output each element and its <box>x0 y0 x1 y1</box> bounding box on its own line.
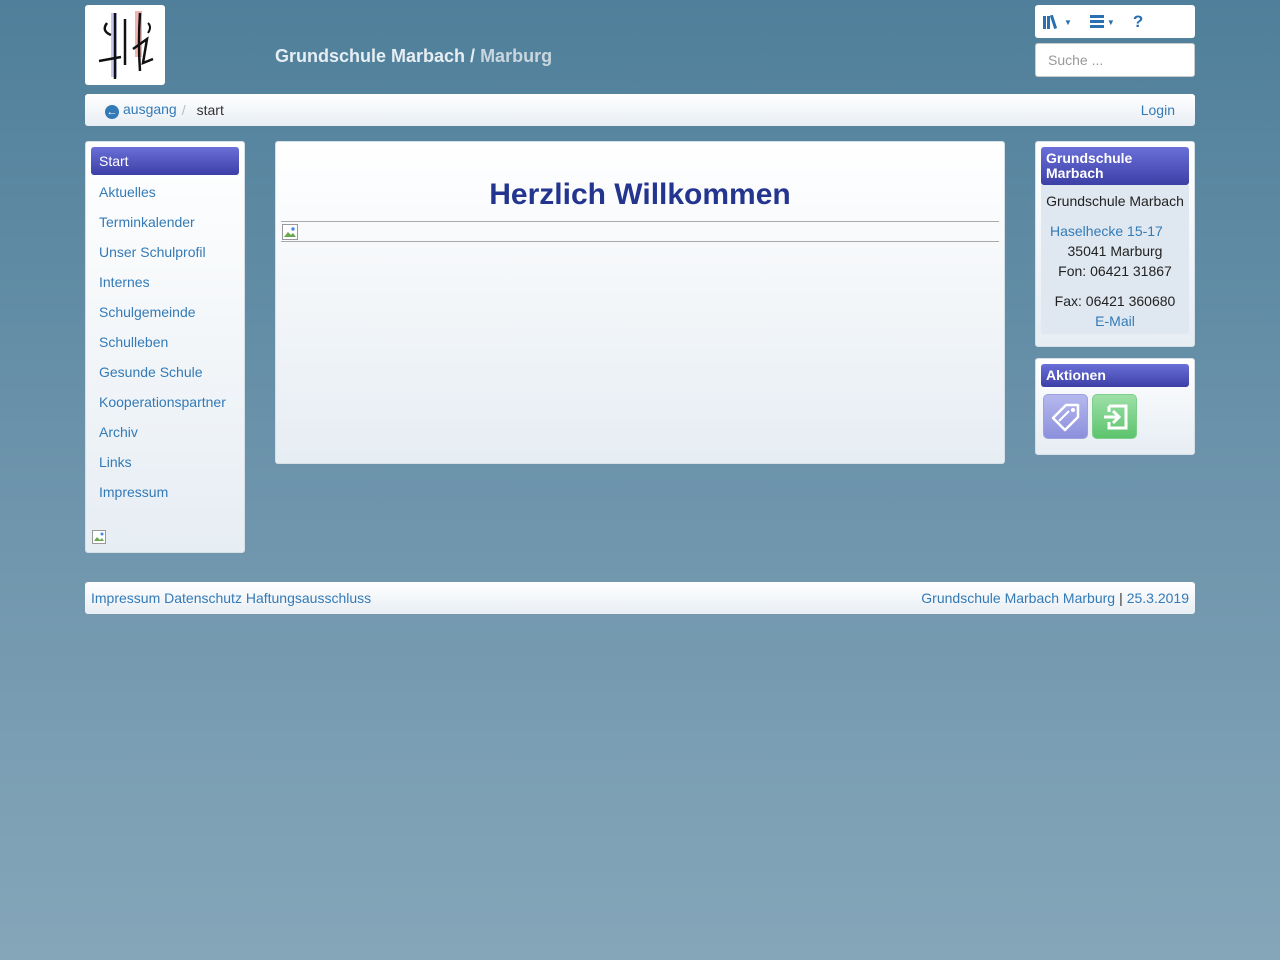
sidebar-item-schulprofil[interactable]: Unser Schulprofil <box>91 237 239 267</box>
sidebar-item-aktuelles[interactable]: Aktuelles <box>91 177 239 207</box>
sidebar-nav: Start Aktuelles Terminkalender Unser Sch… <box>85 141 245 553</box>
login-link[interactable]: Login <box>1141 102 1175 118</box>
contact-street-link[interactable]: Haselhecke 15-17 <box>1041 221 1189 241</box>
contact-phone: Fon: 06421 31867 <box>1058 263 1172 279</box>
site-title-school: Grundschule Marbach <box>275 46 466 66</box>
arrow-left-circle-icon: ← <box>105 105 119 119</box>
footer-date-link[interactable]: 25.3.2019 <box>1127 590 1189 606</box>
breadcrumb-current: start <box>196 102 224 118</box>
main-content: Herzlich Willkommen <box>275 141 1005 464</box>
actions-box-title: Aktionen <box>1041 364 1189 387</box>
contact-email-link[interactable]: E-Mail <box>1041 311 1189 331</box>
list-menu-button[interactable]: ▼ <box>1089 15 1115 28</box>
sidebar-item-terminkalender[interactable]: Terminkalender <box>91 207 239 237</box>
contact-name: Grundschule Marbach <box>1046 193 1184 209</box>
login-button[interactable] <box>1092 394 1137 439</box>
list-icon <box>1089 15 1104 28</box>
breadcrumb-separator: / <box>181 102 186 118</box>
sidebar-item-start[interactable]: Start <box>91 147 239 175</box>
main-image <box>281 221 999 242</box>
footer-impressum-link[interactable]: Impressum <box>91 590 160 606</box>
action-buttons <box>1041 394 1189 439</box>
breadcrumb-back-label: ausgang <box>123 101 177 117</box>
school-logo[interactable] <box>85 5 165 85</box>
footer-haftung-link[interactable]: Haftungsausschluss <box>246 590 371 606</box>
chevron-down-icon: ▼ <box>1106 18 1115 27</box>
actions-box: Aktionen <box>1035 358 1195 455</box>
contact-box-title: Grundschule Marbach <box>1041 147 1189 185</box>
contact-fax: Fax: 06421 360680 <box>1054 293 1176 309</box>
site-title-city: Marburg <box>480 46 553 66</box>
library-icon <box>1043 14 1058 29</box>
tag-button[interactable] <box>1043 394 1088 439</box>
logo-graphic <box>98 11 154 79</box>
site-title: Grundschule Marbach / Marburg <box>275 46 552 67</box>
sidebar-item-kooperationspartner[interactable]: Kooperationspartner <box>91 387 239 417</box>
footer-school-link[interactable]: Grundschule Marbach Marburg <box>921 590 1115 606</box>
sidebar-item-links[interactable]: Links <box>91 447 239 477</box>
site-title-separator: / <box>465 46 481 66</box>
sidebar-item-impressum[interactable]: Impressum <box>91 477 239 507</box>
footer-datenschutz-link[interactable]: Datenschutz <box>164 590 242 606</box>
library-menu-button[interactable]: ▼ <box>1043 14 1072 29</box>
chevron-down-icon: ▼ <box>1064 18 1072 27</box>
broken-image-icon <box>282 224 298 240</box>
contact-box: Grundschule Marbach Grundschule Marbach … <box>1035 141 1195 347</box>
toolbar: ▼ ▼ ? <box>1035 5 1195 38</box>
sidebar-item-internes[interactable]: Internes <box>91 267 239 297</box>
sidebar-item-schulleben[interactable]: Schulleben <box>91 327 239 357</box>
search-input[interactable] <box>1035 43 1195 77</box>
login-icon <box>1103 404 1127 429</box>
sidebar-item-schulgemeinde[interactable]: Schulgemeinde <box>91 297 239 327</box>
footer-separator: | <box>1119 590 1123 606</box>
tag-icon <box>1051 403 1079 431</box>
help-icon[interactable]: ? <box>1133 13 1143 30</box>
sidebar-item-archiv[interactable]: Archiv <box>91 417 239 447</box>
contact-city: 35041 Marburg <box>1067 243 1163 259</box>
breadcrumb: ← ausgang / start Login <box>85 94 1195 126</box>
footer: Impressum Datenschutz Haftungsausschluss… <box>85 582 1195 614</box>
sidebar-item-gesunde-schule[interactable]: Gesunde Schule <box>91 357 239 387</box>
contact-details: Grundschule Marbach Haselhecke 15-17 350… <box>1041 185 1189 334</box>
breadcrumb-back-link[interactable]: ← ausgang <box>105 101 177 119</box>
page-title: Herzlich Willkommen <box>489 178 791 211</box>
broken-image-icon <box>92 530 106 544</box>
